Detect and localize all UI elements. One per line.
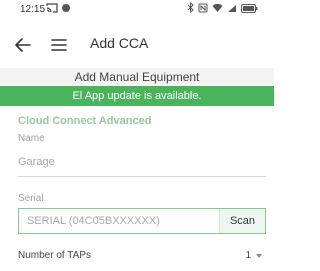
serial-input[interactable] bbox=[19, 209, 219, 233]
app-bar: Add CCA bbox=[0, 22, 274, 68]
back-arrow-icon bbox=[15, 38, 31, 52]
update-banner[interactable]: El App update is available. bbox=[0, 86, 274, 106]
battery-icon bbox=[241, 0, 258, 18]
wifi-icon bbox=[212, 0, 223, 18]
name-label: Name bbox=[18, 133, 45, 144]
status-bar: 12:15 bbox=[0, 0, 274, 22]
status-time: 12:15 bbox=[20, 4, 46, 15]
scan-button[interactable]: Scan bbox=[219, 209, 265, 233]
chevron-down-icon bbox=[256, 253, 262, 258]
taps-value: 1 bbox=[245, 250, 251, 261]
cast-icon bbox=[46, 0, 58, 18]
back-button[interactable] bbox=[14, 36, 32, 54]
name-input[interactable] bbox=[18, 147, 266, 177]
nfc-icon bbox=[198, 0, 208, 18]
signal-icon bbox=[227, 0, 237, 18]
bluetooth-icon bbox=[187, 0, 194, 18]
page-title: Add CCA bbox=[90, 35, 149, 51]
serial-label: Serial bbox=[18, 193, 44, 204]
serial-field-group: Scan bbox=[18, 208, 266, 234]
taps-label: Number of TAPs bbox=[18, 250, 91, 261]
notification-dot-icon bbox=[61, 0, 71, 18]
section-header: Add Manual Equipment bbox=[0, 68, 274, 86]
status-right-icons bbox=[187, 0, 258, 18]
taps-select[interactable]: 1 bbox=[245, 250, 262, 261]
menu-button[interactable] bbox=[50, 36, 68, 54]
form-group-title: Cloud Connect Advanced bbox=[18, 115, 152, 127]
status-left-icons bbox=[46, 3, 71, 15]
hamburger-menu-icon bbox=[51, 39, 67, 51]
